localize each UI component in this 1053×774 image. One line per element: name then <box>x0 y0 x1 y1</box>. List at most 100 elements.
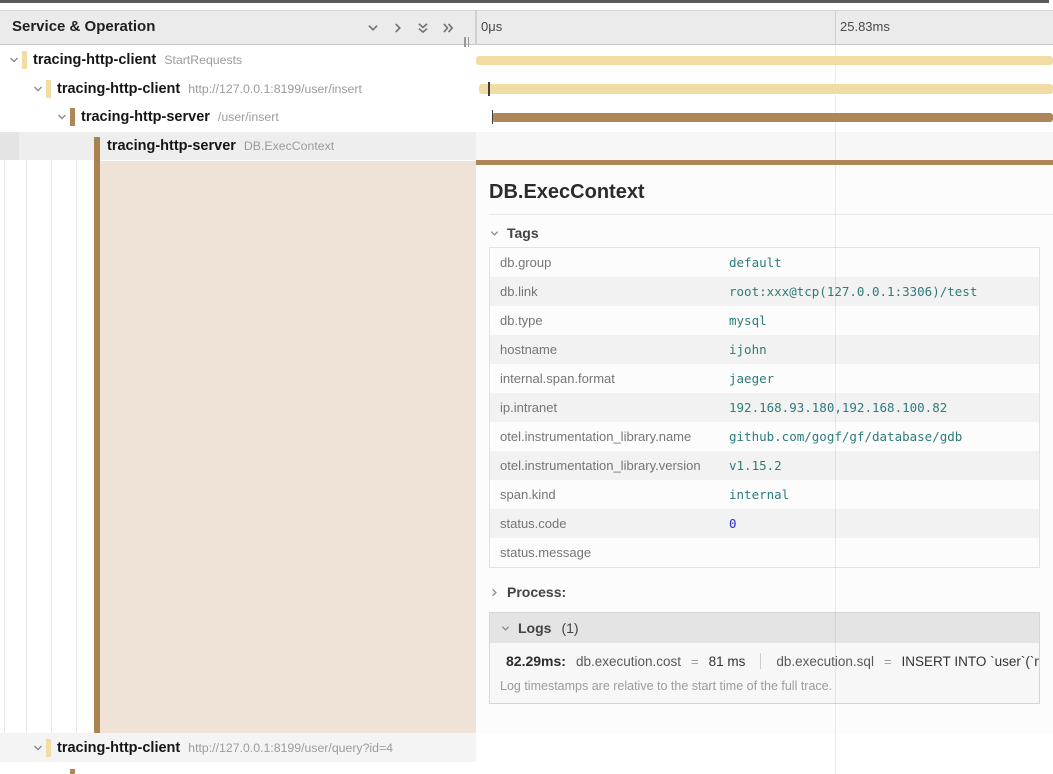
span-row-label[interactable]: tracing-http-server /user/insert <box>0 103 476 132</box>
tag-value: mysql <box>729 306 1039 335</box>
span-row-start-requests: tracing-http-client StartRequests <box>0 46 1053 75</box>
logs-label: Logs <box>518 620 551 636</box>
tag-value: github.com/gogf/gf/database/gdb <box>729 422 1039 451</box>
tag-value: internal <box>729 480 1039 509</box>
span-operation-name: StartRequests <box>164 53 242 67</box>
span-operation-name: DB.ExecContext <box>244 139 334 153</box>
equals-sign: = <box>884 654 892 669</box>
selected-span-tint <box>100 161 476 733</box>
log-field-key: db.execution.cost <box>576 654 681 669</box>
log-field-value: INSERT INTO `user`(`name` <box>902 654 1039 669</box>
tag-key: span.kind <box>490 480 729 509</box>
tags-section-header[interactable]: Tags <box>489 225 1053 241</box>
chevron-down-icon <box>489 228 500 239</box>
tag-key: db.type <box>490 306 729 335</box>
field-separator <box>760 653 761 669</box>
tag-key: ip.intranet <box>490 393 729 422</box>
tag-row: hostnameijohn <box>490 335 1039 364</box>
chevron-down-icon <box>500 623 511 634</box>
selected-span-duration-bar[interactable] <box>476 160 1053 165</box>
span-row-label[interactable]: tracing-http-client StartRequests <box>0 46 476 75</box>
equals-sign: = <box>691 654 699 669</box>
expand-all-icon[interactable] <box>416 21 430 35</box>
timeline-ruler: 0μs 25.83ms <box>476 10 1053 45</box>
span-row-label[interactable]: tracing-http-client http://127.0.0.1:819… <box>0 75 476 104</box>
tag-row: ip.intranet192.168.93.180,192.168.100.82 <box>490 393 1039 422</box>
span-row-label[interactable]: tracing-http-client http://127.0.0.1:819… <box>0 733 476 762</box>
chevron-down-icon[interactable] <box>8 54 20 66</box>
tag-row: status.message <box>490 538 1039 567</box>
span-operation-name: /user/insert <box>218 110 279 124</box>
tag-value: root:xxx@tcp(127.0.0.1:3306)/test <box>729 277 1039 306</box>
tag-row: db.linkroot:xxx@tcp(127.0.0.1:3306)/test <box>490 277 1039 306</box>
span-log-marker <box>488 82 490 96</box>
tag-key: hostname <box>490 335 729 364</box>
span-color-bar <box>46 80 51 98</box>
logs-section: Logs (1) 82.29ms: db.execution.cost = 81… <box>489 612 1040 704</box>
tag-key: otel.instrumentation_library.name <box>490 422 729 451</box>
tag-key: status.message <box>490 538 729 567</box>
tag-row: span.kindinternal <box>490 480 1039 509</box>
collapse-one-icon[interactable] <box>391 21 405 35</box>
tag-value: default <box>729 248 1039 277</box>
timeline-viewport-scrubber[interactable] <box>0 0 1049 3</box>
tag-row: status.code0 <box>490 509 1039 538</box>
tag-value <box>729 538 1039 567</box>
span-timeline-cell <box>476 103 1053 132</box>
tag-value: ijohn <box>729 335 1039 364</box>
selected-span-color-bar <box>94 137 100 733</box>
expanded-row-left-column <box>0 160 476 733</box>
tag-value: v1.15.2 <box>729 451 1039 480</box>
service-operation-header: Service & Operation <box>0 10 476 45</box>
span-duration-bar[interactable] <box>492 113 1053 123</box>
span-row-client-query: tracing-http-client http://127.0.0.1:819… <box>0 733 1053 762</box>
tag-row: otel.instrumentation_library.namegithub.… <box>490 422 1039 451</box>
log-entry-row[interactable]: 82.29ms: db.execution.cost = 81 ms db.ex… <box>490 643 1039 673</box>
span-service-name: tracing-http-client <box>33 52 156 68</box>
collapse-all-icon[interactable] <box>441 21 455 35</box>
tag-key: otel.instrumentation_library.version <box>490 451 729 480</box>
tag-key: db.link <box>490 277 729 306</box>
log-timestamp: 82.29ms: <box>506 653 566 669</box>
span-operation-name: http://127.0.0.1:8199/user/insert <box>188 82 362 96</box>
span-row-server-insert: tracing-http-server /user/insert <box>0 103 1053 132</box>
tag-key: internal.span.format <box>490 364 729 393</box>
span-service-name: tracing-http-server <box>107 138 236 154</box>
tag-row: otel.instrumentation_library.versionv1.1… <box>490 451 1039 480</box>
span-duration-bar[interactable] <box>479 84 1053 94</box>
chevron-right-icon <box>489 587 500 598</box>
tag-key: db.group <box>490 248 729 277</box>
span-log-marker <box>492 110 494 124</box>
span-timeline-cell <box>476 132 1053 161</box>
ruler-tick-0: 0μs <box>481 19 502 34</box>
span-detail-title: DB.ExecContext <box>489 181 1053 204</box>
span-color-bar <box>70 769 75 774</box>
span-row-label[interactable]: tracing-http-server DB.ExecContext <box>0 132 476 161</box>
process-label: Process: <box>507 584 566 600</box>
span-row-db-exec-context: tracing-http-server DB.ExecContext <box>0 132 1053 161</box>
log-field-value: 81 ms <box>709 654 746 669</box>
divider <box>489 214 1053 215</box>
span-detail-panel: DB.ExecContext Tags db.groupdefault db.l… <box>476 165 1053 733</box>
tag-row: db.typemysql <box>490 306 1039 335</box>
chevron-down-icon[interactable] <box>32 742 44 754</box>
tag-value: jaeger <box>729 364 1039 393</box>
logs-section-header[interactable]: Logs (1) <box>490 613 1039 643</box>
span-service-name: tracing-http-server <box>81 109 210 125</box>
logs-count: (1) <box>561 620 578 636</box>
tag-value: 0 <box>729 509 1039 538</box>
span-timeline-cell <box>476 733 1053 762</box>
tag-key: status.code <box>490 509 729 538</box>
span-color-bar <box>70 108 75 126</box>
logs-footer-note: Log timestamps are relative to the start… <box>490 673 1039 703</box>
chevron-down-icon[interactable] <box>32 83 44 95</box>
chevron-down-icon[interactable] <box>56 111 68 123</box>
service-operation-title: Service & Operation <box>12 18 155 35</box>
expand-one-icon[interactable] <box>366 21 380 35</box>
span-duration-bar[interactable] <box>476 56 1053 66</box>
span-timeline-cell <box>476 75 1053 104</box>
span-timeline-cell <box>476 46 1053 75</box>
process-section-header[interactable]: Process: <box>489 584 1053 600</box>
tag-row: db.groupdefault <box>490 248 1039 277</box>
span-service-name: tracing-http-client <box>57 740 180 756</box>
